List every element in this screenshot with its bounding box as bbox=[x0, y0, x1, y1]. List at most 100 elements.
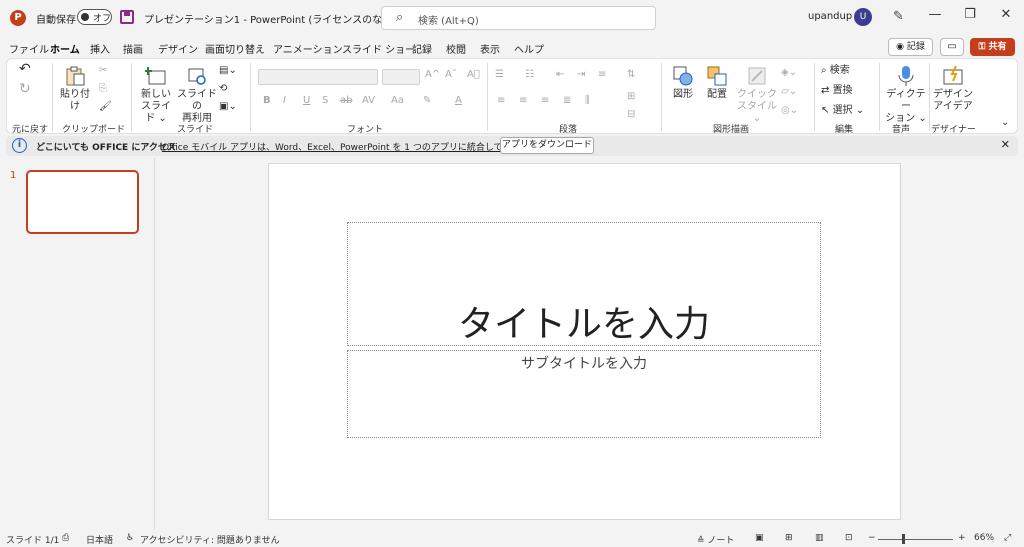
tab-slideshow[interactable]: スライド ショー bbox=[342, 41, 415, 56]
undo-icon[interactable]: ↶ bbox=[19, 62, 31, 76]
tab-transitions[interactable]: 画面切り替え bbox=[205, 41, 265, 56]
new-slide-button[interactable]: 新しい スライド ⌄ bbox=[137, 65, 175, 125]
zoom-out-button[interactable]: − bbox=[868, 533, 876, 543]
align-left-icon: ≡ bbox=[497, 95, 506, 106]
line-spacing-icon: ≡ bbox=[598, 69, 607, 80]
group-undo-label: 元に戻す bbox=[12, 125, 49, 135]
ribbon: ↶ ↻ 元に戻す 貼り付け ✂ ⎘ 🖌 クリップボード 新しい スライド ⌄ ス… bbox=[6, 58, 1018, 135]
new-slide-label-1: 新しい bbox=[141, 89, 171, 100]
tab-home[interactable]: ホーム bbox=[50, 41, 80, 61]
record-button[interactable]: ◉ 記録 bbox=[888, 38, 933, 56]
format-painter-icon[interactable]: 🖌 bbox=[99, 101, 112, 113]
autosave-toggle[interactable]: オフ bbox=[77, 9, 112, 25]
divider bbox=[879, 63, 880, 131]
tab-animations[interactable]: アニメーション bbox=[273, 41, 343, 56]
tab-help[interactable]: ヘルプ bbox=[514, 41, 544, 56]
design-ideas-icon bbox=[943, 65, 963, 85]
quick-styles-icon bbox=[748, 67, 766, 85]
info-icon: i bbox=[12, 138, 27, 153]
divider bbox=[487, 63, 488, 131]
divider bbox=[52, 63, 53, 131]
new-slide-label-2: スライド ⌄ bbox=[141, 101, 171, 124]
font-name-select[interactable] bbox=[258, 69, 378, 85]
slide-thumbnail[interactable] bbox=[26, 170, 139, 234]
paste-button[interactable]: 貼り付け bbox=[57, 65, 93, 113]
numbering-icon: ☷ bbox=[525, 69, 534, 80]
tab-insert[interactable]: 挿入 bbox=[90, 41, 110, 56]
tab-design[interactable]: デザイン bbox=[158, 41, 198, 56]
paste-label: 貼り付け bbox=[60, 89, 90, 112]
accessibility-status[interactable]: アクセシビリティ: 問題ありません bbox=[140, 533, 280, 546]
reading-view-icon[interactable]: ▥ bbox=[815, 533, 824, 543]
redo-icon: ↻ bbox=[19, 81, 31, 97]
reuse-slides-label-1: スライドの bbox=[177, 89, 217, 112]
shape-fill-icon: ◈⌄ bbox=[781, 67, 798, 78]
shapes-button[interactable]: 図形 bbox=[667, 65, 699, 101]
text-direction-icon: ⇅ bbox=[627, 69, 636, 80]
collapse-ribbon-icon[interactable]: ⌄ bbox=[1001, 117, 1009, 129]
shadow-icon: S bbox=[322, 95, 329, 106]
avatar[interactable]: U bbox=[854, 8, 872, 26]
minimize-button[interactable]: — bbox=[925, 7, 945, 22]
bullets-icon: ☰ bbox=[495, 69, 504, 80]
subtitle-placeholder[interactable]: サブタイトルを入力 bbox=[347, 350, 821, 438]
comment-button[interactable]: ▭ bbox=[940, 38, 964, 56]
close-icon[interactable]: ✕ bbox=[1001, 138, 1010, 151]
user-name[interactable]: upandup bbox=[808, 11, 852, 22]
zoom-slider-thumb[interactable] bbox=[902, 534, 905, 544]
reset-icon[interactable]: ⟲ bbox=[219, 83, 227, 95]
shapes-icon bbox=[673, 66, 693, 86]
normal-view-icon[interactable]: ▣ bbox=[755, 533, 764, 543]
autosave-label: 自動保存 bbox=[36, 15, 76, 26]
tab-record[interactable]: 記録 bbox=[412, 41, 432, 56]
underline-icon: U bbox=[303, 95, 311, 106]
arrange-button[interactable]: 配置 bbox=[701, 65, 733, 101]
info-message-link[interactable]: Office モバイル アプリは、Word、Excel、PowerPoint を… bbox=[162, 140, 538, 153]
tab-view[interactable]: 表示 bbox=[480, 41, 500, 56]
close-button[interactable]: ✕ bbox=[996, 7, 1016, 22]
save-icon[interactable] bbox=[120, 10, 134, 24]
new-slide-icon bbox=[145, 67, 166, 85]
zoom-slider[interactable] bbox=[878, 539, 953, 540]
section-icon[interactable]: ▣⌄ bbox=[219, 101, 237, 113]
justify-icon: ≣ bbox=[563, 95, 572, 106]
zoom-in-button[interactable]: + bbox=[958, 533, 966, 543]
spellcheck-icon[interactable]: ⎙ bbox=[62, 533, 69, 543]
slideshow-view-icon[interactable]: ⊡ bbox=[845, 533, 853, 543]
slide-sorter-icon[interactable]: ⊞ bbox=[785, 533, 793, 543]
tab-draw[interactable]: 描画 bbox=[123, 41, 143, 56]
dictate-button[interactable]: ディクテー ション ⌄ bbox=[883, 65, 929, 125]
group-voice-label: 音声 bbox=[892, 125, 911, 135]
increase-indent-icon: ⇥ bbox=[577, 69, 586, 80]
download-app-button[interactable]: アプリをダウンロード bbox=[500, 137, 594, 154]
title-placeholder[interactable]: タイトルを入力 bbox=[347, 222, 821, 346]
info-title: どこにいても OFFICE にアクセス bbox=[36, 143, 176, 153]
reuse-slides-button[interactable]: スライドの 再利用 bbox=[177, 65, 217, 125]
design-ideas-label-2: アイデア bbox=[933, 101, 973, 112]
layout-icon[interactable]: ▤⌄ bbox=[219, 65, 237, 77]
restore-button[interactable]: ❐ bbox=[960, 7, 980, 22]
language[interactable]: 日本語 bbox=[86, 533, 113, 546]
group-font-label: フォント bbox=[347, 125, 384, 135]
fit-slide-icon[interactable]: ⤢ bbox=[1004, 533, 1011, 543]
replace-button[interactable]: ⇄ 置換 bbox=[821, 85, 853, 97]
select-button[interactable]: ↖ 選択 ⌄ bbox=[821, 105, 864, 117]
notes-button[interactable]: ≙ ノート bbox=[697, 533, 734, 546]
pen-icon[interactable]: ✎ bbox=[893, 9, 904, 24]
ribbon-tabs: ファイル ホーム 挿入 描画 デザイン 画面切り替え アニメーション スライド … bbox=[0, 36, 1024, 61]
change-case-icon: Aa bbox=[391, 95, 404, 106]
tab-file[interactable]: ファイル bbox=[9, 41, 49, 56]
search-icon: ⌕ bbox=[396, 10, 404, 25]
design-ideas-button[interactable]: デザイン アイデア bbox=[931, 65, 975, 113]
find-button[interactable]: ⌕ 検索 bbox=[821, 65, 850, 77]
share-button[interactable]: ⚿ 共有 bbox=[970, 38, 1015, 56]
font-size-select[interactable] bbox=[382, 69, 420, 85]
slide-count: スライド 1/1 bbox=[6, 536, 60, 546]
copy-icon: ⎘ bbox=[99, 83, 107, 94]
zoom-level[interactable]: 66% bbox=[974, 533, 994, 543]
shape-effects-icon: ◎⌄ bbox=[781, 105, 799, 116]
search-input[interactable]: ⌕ 検索 (Alt+Q) bbox=[381, 6, 656, 30]
group-designer-label: デザイナー bbox=[931, 125, 976, 135]
group-paragraph-label: 段落 bbox=[559, 125, 578, 135]
tab-review[interactable]: 校閲 bbox=[446, 41, 466, 56]
